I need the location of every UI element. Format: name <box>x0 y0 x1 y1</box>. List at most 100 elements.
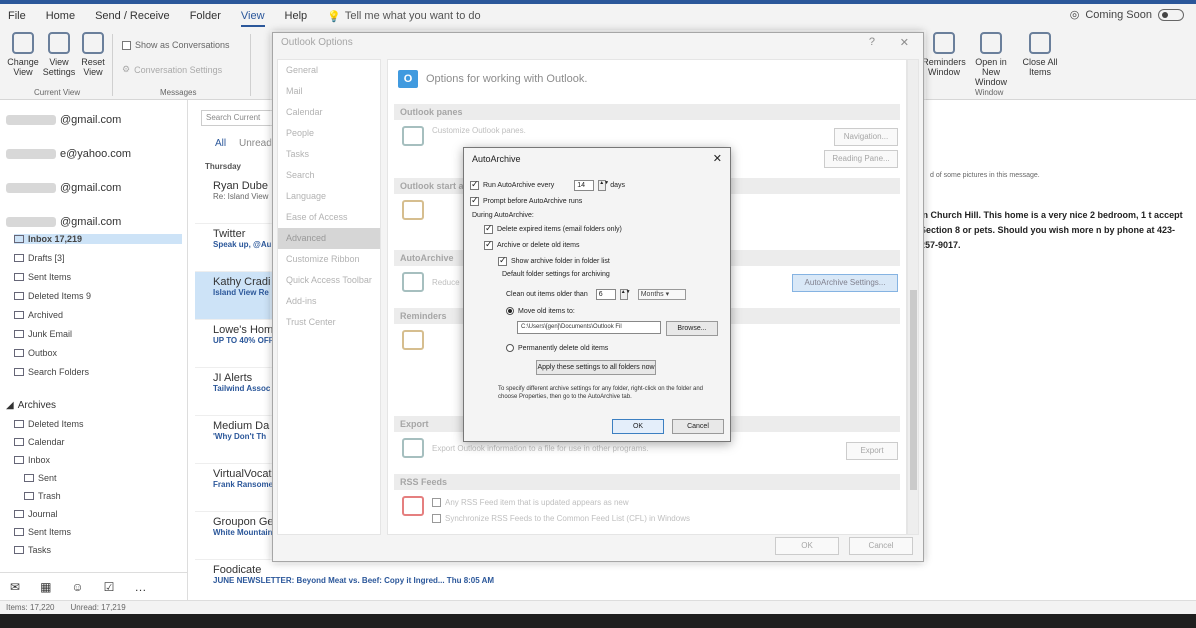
ok-button[interactable]: OK <box>612 419 664 434</box>
expand-icon: ◢ <box>6 400 14 411</box>
account-1[interactable]: @gmail.com <box>6 114 121 126</box>
period-select[interactable]: Months ▾ <box>637 289 686 300</box>
folder-deleted[interactable]: Deleted Items 9 <box>14 291 91 301</box>
day-header: Thursday <box>205 162 242 171</box>
change-view-label: Change View <box>7 57 39 77</box>
tab-home[interactable]: Home <box>46 10 75 22</box>
spinner-icon[interactable]: ▲▼ <box>598 180 609 191</box>
folder-drafts[interactable]: Drafts [3] <box>14 253 65 263</box>
archive-sent[interactable]: Sent <box>24 473 57 483</box>
archives-header[interactable]: ◢ Archives <box>6 400 56 411</box>
account-4[interactable]: @gmail.com <box>6 216 121 228</box>
archive-trash[interactable]: Trash <box>24 491 61 501</box>
delete-expired-checkbox[interactable] <box>484 223 493 234</box>
archive-journal[interactable]: Journal <box>14 509 58 519</box>
move-old-radio[interactable] <box>506 307 514 315</box>
more-icon[interactable]: … <box>134 580 146 594</box>
tab-view[interactable]: View <box>240 10 265 27</box>
folder-inbox[interactable]: Inbox 17,219 <box>14 234 182 244</box>
archive-inbox[interactable]: Inbox <box>14 455 50 465</box>
archive-deleted[interactable]: Deleted Items <box>14 419 84 429</box>
archive-path-input[interactable]: C:\Users\[gen]\Documents\Outlook Fil <box>517 321 661 334</box>
conversation-settings-label: Conversation Settings <box>134 64 223 75</box>
folder-junk[interactable]: Junk Email <box>14 329 72 339</box>
months-input[interactable]: 6 <box>595 289 616 300</box>
account-label: e@yahoo.com <box>60 148 132 160</box>
calendar-icon[interactable]: ▦ <box>40 580 51 594</box>
folder-archived[interactable]: Archived <box>14 310 63 320</box>
folder-label: Junk Email <box>28 329 73 339</box>
window-icon <box>980 32 1002 54</box>
account-2[interactable]: e@yahoo.com <box>6 148 131 160</box>
reset-view-label: Reset View <box>81 57 105 77</box>
tab-folder[interactable]: Folder <box>190 10 221 22</box>
reminders-window-button[interactable]: Reminders Window <box>922 32 966 77</box>
reminders-window-label: Reminders Window <box>922 57 966 77</box>
people-icon[interactable]: ☺ <box>71 580 83 594</box>
coming-soon-toggle[interactable] <box>1158 8 1184 21</box>
show-as-conversations-check[interactable]: Show as Conversations <box>122 40 230 50</box>
conversation-settings-button[interactable]: ⚙ Conversation Settings <box>122 64 222 75</box>
browse-button[interactable]: Browse... <box>666 321 718 336</box>
view-settings-button[interactable]: View Settings <box>42 32 76 77</box>
spinner-icon[interactable]: ▲▼ <box>619 289 631 300</box>
folder-label: Tasks <box>28 545 52 555</box>
filter-all[interactable]: All <box>215 138 226 149</box>
show-archive-checkbox[interactable] <box>498 255 507 266</box>
tasks-icon[interactable]: ☑ <box>104 580 115 594</box>
tab-help[interactable]: Help <box>285 10 308 22</box>
days-input[interactable]: 14 <box>574 180 595 191</box>
prompt-checkbox[interactable] <box>470 195 479 206</box>
module-nav-bar: ✉ ▦ ☺ ☑ … <box>0 572 188 600</box>
cancel-button[interactable]: Cancel <box>672 419 724 434</box>
folder-search[interactable]: Search Folders <box>14 367 89 377</box>
run-every-checkbox[interactable] <box>470 179 479 190</box>
apply-all-button[interactable]: Apply these settings to all folders now <box>536 360 656 375</box>
reading-pane: d of some pictures in this message. in C… <box>910 100 1196 600</box>
reset-view-button[interactable]: Reset View <box>78 32 108 77</box>
period-select-value: Months <box>640 291 664 298</box>
folder-sent[interactable]: Sent Items <box>14 272 71 282</box>
change-view-icon <box>12 32 34 54</box>
coming-soon-label: Coming Soon <box>1085 8 1152 21</box>
mail-icon[interactable]: ✉ <box>10 580 20 594</box>
folder-label: Archived <box>28 310 64 320</box>
archive-tasks[interactable]: Tasks <box>14 545 51 555</box>
close-window-icon <box>1029 32 1051 54</box>
message-body: in Church Hill. This home is a very nice… <box>920 210 1183 250</box>
inbox-icon <box>14 235 24 243</box>
close-all-items-button[interactable]: Close All Items <box>1020 32 1060 77</box>
change-view-button[interactable]: Change View <box>6 32 40 77</box>
show-archive-row: Show archive folder in folder list <box>498 255 610 266</box>
sender: Foodicate <box>213 564 262 576</box>
redacted-name <box>6 149 56 159</box>
trash-icon <box>14 420 24 428</box>
folder-icon <box>24 492 34 500</box>
account-3[interactable]: @gmail.com <box>6 182 121 194</box>
delete-expired-row: Delete expired items (email folders only… <box>484 223 622 234</box>
coming-soon[interactable]: ◎ Coming Soon <box>1070 8 1184 21</box>
folder-label: Sent <box>38 473 57 483</box>
tell-me-box[interactable]: 💡 Tell me what you want to do <box>327 10 480 23</box>
folder-outbox[interactable]: Outbox <box>14 348 57 358</box>
close-icon[interactable]: ✕ <box>713 152 722 165</box>
archive-calendar[interactable]: Calendar <box>14 437 65 447</box>
windows-taskbar <box>0 614 1196 628</box>
archive-sent-items[interactable]: Sent Items <box>14 527 71 537</box>
ribbon-separator <box>112 34 113 96</box>
ribbon-separator <box>250 34 251 96</box>
bell-icon <box>933 32 955 54</box>
archive-delete-checkbox[interactable] <box>484 239 493 250</box>
folder-label: Outbox <box>28 348 58 358</box>
run-every-row: Run AutoArchive every 14 ▲▼ days <box>470 179 625 191</box>
permanently-radio[interactable] <box>506 344 514 352</box>
checkbox[interactable] <box>122 40 131 50</box>
tab-send-receive[interactable]: Send / Receive <box>95 10 170 22</box>
inbox-icon <box>14 456 24 464</box>
filter-unread[interactable]: Unread <box>239 138 272 149</box>
current-view-group-label: Current View <box>34 88 81 97</box>
open-new-window-button[interactable]: Open in New Window <box>966 32 1016 87</box>
prompt-label: Prompt before AutoArchive runs <box>483 198 583 205</box>
search-input[interactable]: Search Current <box>201 110 281 126</box>
tab-file[interactable]: File <box>8 10 26 22</box>
